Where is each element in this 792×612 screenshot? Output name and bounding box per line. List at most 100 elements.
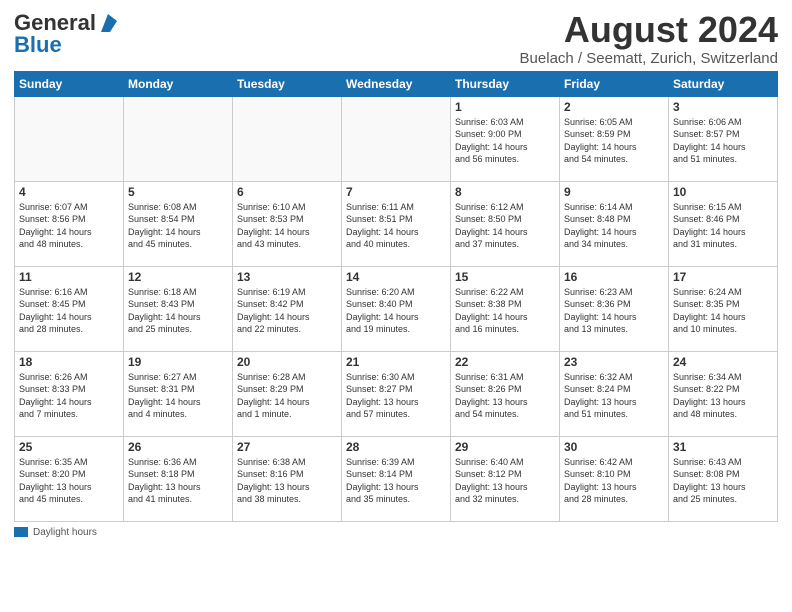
day-info: Sunrise: 6:40 AMSunset: 8:12 PMDaylight:… — [455, 456, 555, 506]
day-number: 4 — [19, 185, 119, 199]
day-number: 7 — [346, 185, 446, 199]
day-info: Sunrise: 6:14 AMSunset: 8:48 PMDaylight:… — [564, 201, 664, 251]
col-saturday: Saturday — [669, 71, 778, 96]
legend-color-box — [14, 527, 28, 537]
calendar-cell: 28 Sunrise: 6:39 AMSunset: 8:14 PMDayligh… — [342, 436, 451, 521]
logo-area: General Blue — [14, 10, 119, 58]
calendar-cell: 24 Sunrise: 6:34 AMSunset: 8:22 PMDayligh… — [669, 351, 778, 436]
calendar-cell — [15, 96, 124, 181]
day-number: 21 — [346, 355, 446, 369]
day-info: Sunrise: 6:24 AMSunset: 8:35 PMDaylight:… — [673, 286, 773, 336]
day-number: 12 — [128, 270, 228, 284]
day-info: Sunrise: 6:07 AMSunset: 8:56 PMDaylight:… — [19, 201, 119, 251]
location-title: Buelach / Seematt, Zurich, Switzerland — [520, 50, 778, 67]
col-wednesday: Wednesday — [342, 71, 451, 96]
day-info: Sunrise: 6:20 AMSunset: 8:40 PMDaylight:… — [346, 286, 446, 336]
calendar-cell — [124, 96, 233, 181]
calendar-cell: 31Sunrise: 6:43 AMSunset: 8:08 PMDayligh… — [669, 436, 778, 521]
day-number: 28 — [346, 440, 446, 454]
day-number: 29 — [455, 440, 555, 454]
day-number: 10 — [673, 185, 773, 199]
calendar-cell: 22Sunrise: 6:31 AMSunset: 8:26 PMDayligh… — [451, 351, 560, 436]
day-info: Sunrise: 6:30 AMSunset: 8:27 PMDaylight:… — [346, 371, 446, 421]
title-area: August 2024 Buelach / Seematt, Zurich, S… — [520, 10, 778, 67]
day-number: 26 — [128, 440, 228, 454]
calendar-cell: 11Sunrise: 6:16 AMSunset: 8:45 PMDayligh… — [15, 266, 124, 351]
day-number: 19 — [128, 355, 228, 369]
day-info: Sunrise: 6:19 AMSunset: 8:42 PMDaylight:… — [237, 286, 337, 336]
day-number: 14 — [346, 270, 446, 284]
day-info: Sunrise: 6:28 AMSunset: 8:29 PMDaylight:… — [237, 371, 337, 421]
day-info: Sunrise: 6:08 AMSunset: 8:54 PMDaylight:… — [128, 201, 228, 251]
calendar-cell: 6 Sunrise: 6:10 AMSunset: 8:53 PMDaylight… — [233, 181, 342, 266]
calendar-header-row: Sunday Monday Tuesday Wednesday Thursday… — [15, 71, 778, 96]
day-info: Sunrise: 6:18 AMSunset: 8:43 PMDaylight:… — [128, 286, 228, 336]
calendar-cell: 13 Sunrise: 6:19 AMSunset: 8:42 PMDayligh… — [233, 266, 342, 351]
day-number: 17 — [673, 270, 773, 284]
day-number: 8 — [455, 185, 555, 199]
day-info: Sunrise: 6:23 AMSunset: 8:36 PMDaylight:… — [564, 286, 664, 336]
day-info: Sunrise: 6:12 AMSunset: 8:50 PMDaylight:… — [455, 201, 555, 251]
day-info: Sunrise: 6:26 AMSunset: 8:33 PMDaylight:… — [19, 371, 119, 421]
calendar-cell: 10 Sunrise: 6:15 AMSunset: 8:46 PMDayligh… — [669, 181, 778, 266]
calendar-cell — [233, 96, 342, 181]
day-number: 3 — [673, 100, 773, 114]
day-number: 11 — [19, 270, 119, 284]
calendar-cell: 25 Sunrise: 6:35 AMSunset: 8:20 PMDayligh… — [15, 436, 124, 521]
day-number: 20 — [237, 355, 337, 369]
calendar-cell: 18 Sunrise: 6:26 AMSunset: 8:33 PMDayligh… — [15, 351, 124, 436]
calendar-cell: 30 Sunrise: 6:42 AMSunset: 8:10 PMDayligh… — [560, 436, 669, 521]
day-info: Sunrise: 6:15 AMSunset: 8:46 PMDaylight:… — [673, 201, 773, 251]
day-number: 25 — [19, 440, 119, 454]
calendar-cell: 1Sunrise: 6:03 AMSunset: 9:00 PMDaylight… — [451, 96, 560, 181]
day-number: 15 — [455, 270, 555, 284]
day-info: Sunrise: 6:39 AMSunset: 8:14 PMDaylight:… — [346, 456, 446, 506]
calendar-cell: 29 Sunrise: 6:40 AMSunset: 8:12 PMDayligh… — [451, 436, 560, 521]
day-number: 13 — [237, 270, 337, 284]
day-number: 18 — [19, 355, 119, 369]
day-info: Sunrise: 6:34 AMSunset: 8:22 PMDaylight:… — [673, 371, 773, 421]
legend-label: Daylight hours — [33, 527, 97, 538]
calendar-cell: 8 Sunrise: 6:12 AMSunset: 8:50 PMDaylight… — [451, 181, 560, 266]
calendar-cell: 5 Sunrise: 6:08 AMSunset: 8:54 PMDaylight… — [124, 181, 233, 266]
calendar-cell: 27Sunrise: 6:38 AMSunset: 8:16 PMDayligh… — [233, 436, 342, 521]
day-number: 23 — [564, 355, 664, 369]
calendar-cell — [342, 96, 451, 181]
calendar-cell: 21 Sunrise: 6:30 AMSunset: 8:27 PMDayligh… — [342, 351, 451, 436]
calendar-week-5: 25 Sunrise: 6:35 AMSunset: 8:20 PMDayligh… — [15, 436, 778, 521]
day-info: Sunrise: 6:10 AMSunset: 8:53 PMDaylight:… — [237, 201, 337, 251]
page-container: General Blue August 2024 Buelach / Seema… — [0, 0, 792, 544]
calendar-week-1: 1Sunrise: 6:03 AMSunset: 9:00 PMDaylight… — [15, 96, 778, 181]
calendar-cell: 19 Sunrise: 6:27 AMSunset: 8:31 PMDayligh… — [124, 351, 233, 436]
day-info: Sunrise: 6:05 AMSunset: 8:59 PMDaylight:… — [564, 116, 664, 166]
col-sunday: Sunday — [15, 71, 124, 96]
day-info: Sunrise: 6:38 AMSunset: 8:16 PMDaylight:… — [237, 456, 337, 506]
calendar-cell: 9Sunrise: 6:14 AMSunset: 8:48 PMDaylight… — [560, 181, 669, 266]
calendar-cell: 12 Sunrise: 6:18 AMSunset: 8:43 PMDayligh… — [124, 266, 233, 351]
calendar-cell: 20 Sunrise: 6:28 AMSunset: 8:29 PMDayligh… — [233, 351, 342, 436]
logo-icon — [97, 12, 119, 34]
day-number: 30 — [564, 440, 664, 454]
calendar-week-4: 18 Sunrise: 6:26 AMSunset: 8:33 PMDayligh… — [15, 351, 778, 436]
day-info: Sunrise: 6:11 AMSunset: 8:51 PMDaylight:… — [346, 201, 446, 251]
legend: Daylight hours — [14, 527, 778, 538]
col-thursday: Thursday — [451, 71, 560, 96]
day-info: Sunrise: 6:22 AMSunset: 8:38 PMDaylight:… — [455, 286, 555, 336]
calendar-cell: 15 Sunrise: 6:22 AMSunset: 8:38 PMDayligh… — [451, 266, 560, 351]
day-info: Sunrise: 6:42 AMSunset: 8:10 PMDaylight:… — [564, 456, 664, 506]
day-info: Sunrise: 6:27 AMSunset: 8:31 PMDaylight:… — [128, 371, 228, 421]
day-number: 5 — [128, 185, 228, 199]
col-monday: Monday — [124, 71, 233, 96]
day-number: 6 — [237, 185, 337, 199]
calendar-week-3: 11Sunrise: 6:16 AMSunset: 8:45 PMDayligh… — [15, 266, 778, 351]
logo-blue-text: Blue — [14, 32, 62, 58]
header: General Blue August 2024 Buelach / Seema… — [14, 10, 778, 67]
day-number: 2 — [564, 100, 664, 114]
day-number: 24 — [673, 355, 773, 369]
day-info: Sunrise: 6:35 AMSunset: 8:20 PMDaylight:… — [19, 456, 119, 506]
calendar-cell: 4 Sunrise: 6:07 AMSunset: 8:56 PMDaylight… — [15, 181, 124, 266]
calendar-body: 1Sunrise: 6:03 AMSunset: 9:00 PMDaylight… — [15, 96, 778, 521]
calendar-table: Sunday Monday Tuesday Wednesday Thursday… — [14, 71, 778, 522]
day-info: Sunrise: 6:43 AMSunset: 8:08 PMDaylight:… — [673, 456, 773, 506]
calendar-cell: 3Sunrise: 6:06 AMSunset: 8:57 PMDaylight… — [669, 96, 778, 181]
